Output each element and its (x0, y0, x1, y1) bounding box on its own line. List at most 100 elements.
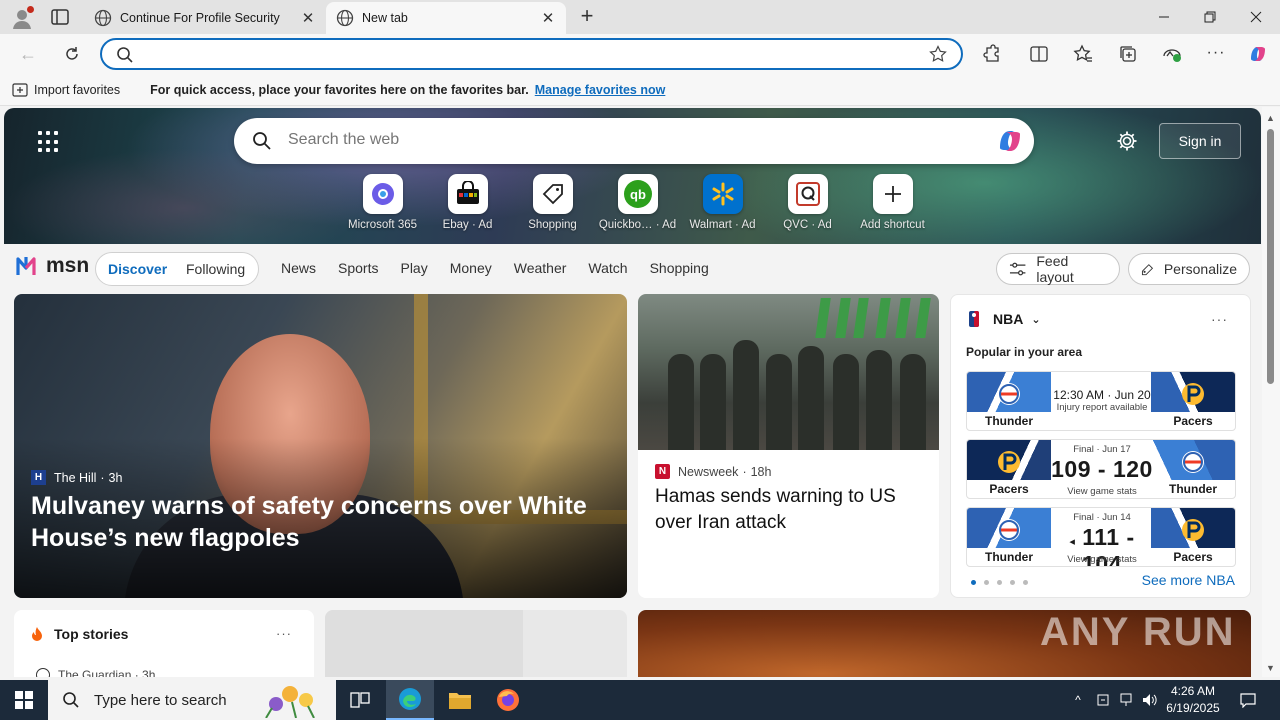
loading-card (325, 610, 627, 677)
shortcut-ebay[interactable]: Ebay · Ad (425, 174, 510, 231)
manage-favorites-link[interactable]: Manage favorites now (535, 83, 666, 97)
back-arrow-icon[interactable]: ← (16, 42, 40, 66)
search-icon (253, 132, 271, 150)
windows-start-icon[interactable] (0, 680, 48, 720)
nav-news[interactable]: News (281, 260, 316, 276)
nav-weather[interactable]: Weather (514, 260, 567, 276)
globe-icon (336, 9, 354, 27)
settings-gear-icon[interactable] (1116, 130, 1138, 152)
thunder-logo-icon (998, 383, 1020, 405)
tab-actions-icon[interactable] (50, 8, 70, 26)
shortcut-microsoft-365[interactable]: Microsoft 365 (340, 174, 425, 231)
game-time: 12:30 AM · Jun 20 Injury report availabl… (1053, 388, 1151, 413)
import-favorites-button[interactable]: Import favorites (12, 83, 120, 97)
shortcut-walmart[interactable]: Walmart · Ad (680, 174, 765, 231)
story-photo (638, 294, 939, 450)
scroll-thumb[interactable] (1267, 129, 1274, 384)
firefox-icon[interactable] (484, 680, 532, 720)
news-story-card[interactable]: N Newsweek · 18h Hamas sends warning to … (638, 294, 939, 598)
scroll-down-icon[interactable]: ▼ (1266, 663, 1275, 673)
taskbar-search-box[interactable]: Type here to search (48, 680, 336, 720)
story-headline[interactable]: Mulvaney warns of safety concerns over W… (31, 490, 611, 554)
browser-essentials-icon[interactable] (1162, 44, 1182, 64)
more-options-icon[interactable]: ··· (1211, 311, 1228, 327)
top-stories-card: Top stories ··· The Guardian · 3h (14, 610, 314, 677)
thunder-logo-icon (1182, 451, 1204, 473)
address-bar[interactable] (100, 38, 963, 70)
feed-layout-button[interactable]: Feed layout (996, 253, 1120, 285)
copilot-icon[interactable] (1247, 43, 1269, 65)
shortcut-quickbooks[interactable]: qb Quickbo… · Ad (595, 174, 680, 231)
minimize-button[interactable] (1141, 0, 1187, 34)
nav-money[interactable]: Money (450, 260, 492, 276)
web-search-box[interactable]: Search the web (234, 118, 1034, 164)
view-game-stats-link[interactable]: View game stats (1051, 486, 1153, 497)
top-stories-header: Top stories (30, 626, 128, 642)
collections-icon[interactable] (1118, 44, 1138, 64)
nav-shopping[interactable]: Shopping (650, 260, 709, 276)
network-icon[interactable] (1117, 680, 1135, 720)
personalize-button[interactable]: Personalize (1128, 253, 1250, 285)
extensions-icon[interactable] (981, 44, 1001, 64)
page-scrollbar[interactable]: ▲ ▼ (1262, 107, 1280, 677)
volume-icon[interactable] (1140, 680, 1160, 720)
see-more-nba-link[interactable]: See more NBA (1142, 572, 1235, 588)
main-story-card[interactable]: H The Hill · 3h Mulvaney warns of safety… (14, 294, 627, 598)
tab-profile-security[interactable]: Continue For Profile Security ✕ (84, 2, 326, 34)
tab-following[interactable]: Following (186, 261, 245, 277)
nba-header[interactable]: NBA ⌄ (969, 311, 1041, 327)
system-clock[interactable]: 4:26 AM 6/19/2025 (1158, 683, 1228, 717)
new-tab-button[interactable]: + (576, 5, 598, 28)
chevron-down-icon[interactable]: ⌄ (1031, 313, 1040, 326)
favorites-icon[interactable] (1073, 44, 1093, 64)
copilot-icon[interactable] (994, 125, 1026, 157)
nba-scores-card: NBA ⌄ ··· Popular in your area Thunder P… (950, 294, 1251, 598)
sign-in-button[interactable]: Sign in (1159, 123, 1241, 159)
sliders-icon (1009, 262, 1026, 276)
game-row[interactable]: Thunder Pacers Final · Jun 14 ◂ 111 - 10… (966, 507, 1236, 567)
search-placeholder: Search the web (288, 131, 400, 148)
split-screen-icon[interactable] (1029, 44, 1049, 64)
app-launcher-icon[interactable] (38, 131, 60, 153)
quickbooks-icon: qb (623, 180, 652, 208)
close-window-button[interactable] (1233, 0, 1279, 34)
msn-logo[interactable]: msn (16, 254, 89, 278)
flowers-decoration-icon (265, 686, 315, 718)
tab-discover[interactable]: Discover (108, 261, 167, 277)
nav-watch[interactable]: Watch (588, 260, 627, 276)
close-tab-icon[interactable]: ✕ (540, 10, 556, 27)
search-icon (117, 47, 133, 63)
scroll-up-icon[interactable]: ▲ (1266, 113, 1275, 123)
task-view-icon[interactable] (336, 680, 384, 720)
feed-toggle: Discover Following (95, 252, 259, 286)
add-shortcut-button[interactable]: Add shortcut (850, 174, 935, 231)
nav-sports[interactable]: Sports (338, 260, 378, 276)
pacers-logo-icon (998, 451, 1020, 473)
story-headline[interactable]: Hamas sends warning to US over Iran atta… (655, 484, 925, 536)
edge-taskbar-icon[interactable] (386, 680, 434, 720)
restore-button[interactable] (1187, 0, 1233, 34)
pacers-logo-icon (1182, 519, 1204, 541)
more-options-icon[interactable]: ··· (276, 626, 292, 641)
close-tab-icon[interactable]: ✕ (300, 10, 316, 27)
newsweek-logo-icon: N (655, 464, 670, 479)
nav-play[interactable]: Play (400, 260, 427, 276)
shortcut-shopping[interactable]: Shopping (510, 174, 595, 231)
game-row[interactable]: Pacers Thunder Final · Jun 17 109 - 120 … (966, 439, 1236, 499)
show-hidden-icons-chevron-icon[interactable]: ^ (1068, 680, 1088, 720)
view-game-stats-link[interactable]: View game stats (1051, 554, 1153, 565)
notifications-icon[interactable] (1236, 680, 1260, 720)
more-options-icon[interactable]: ··· (1206, 44, 1226, 64)
game-row[interactable]: Thunder Pacers 12:30 AM · Jun 20 Injury … (966, 371, 1236, 431)
shortcut-qvc[interactable]: QVC · Ad (765, 174, 850, 231)
profile-avatar-icon[interactable] (10, 6, 34, 30)
refresh-icon[interactable] (60, 42, 84, 66)
file-explorer-icon[interactable] (436, 680, 484, 720)
tab-new-tab[interactable]: New tab ✕ (326, 2, 566, 34)
favorite-star-icon[interactable] (929, 45, 947, 63)
security-tray-icon[interactable] (1094, 680, 1112, 720)
the-guardian-logo-icon (36, 668, 50, 677)
address-input[interactable] (142, 44, 922, 64)
taskbar-search-placeholder: Type here to search (94, 691, 227, 709)
carousel-dots[interactable] (971, 580, 1028, 585)
